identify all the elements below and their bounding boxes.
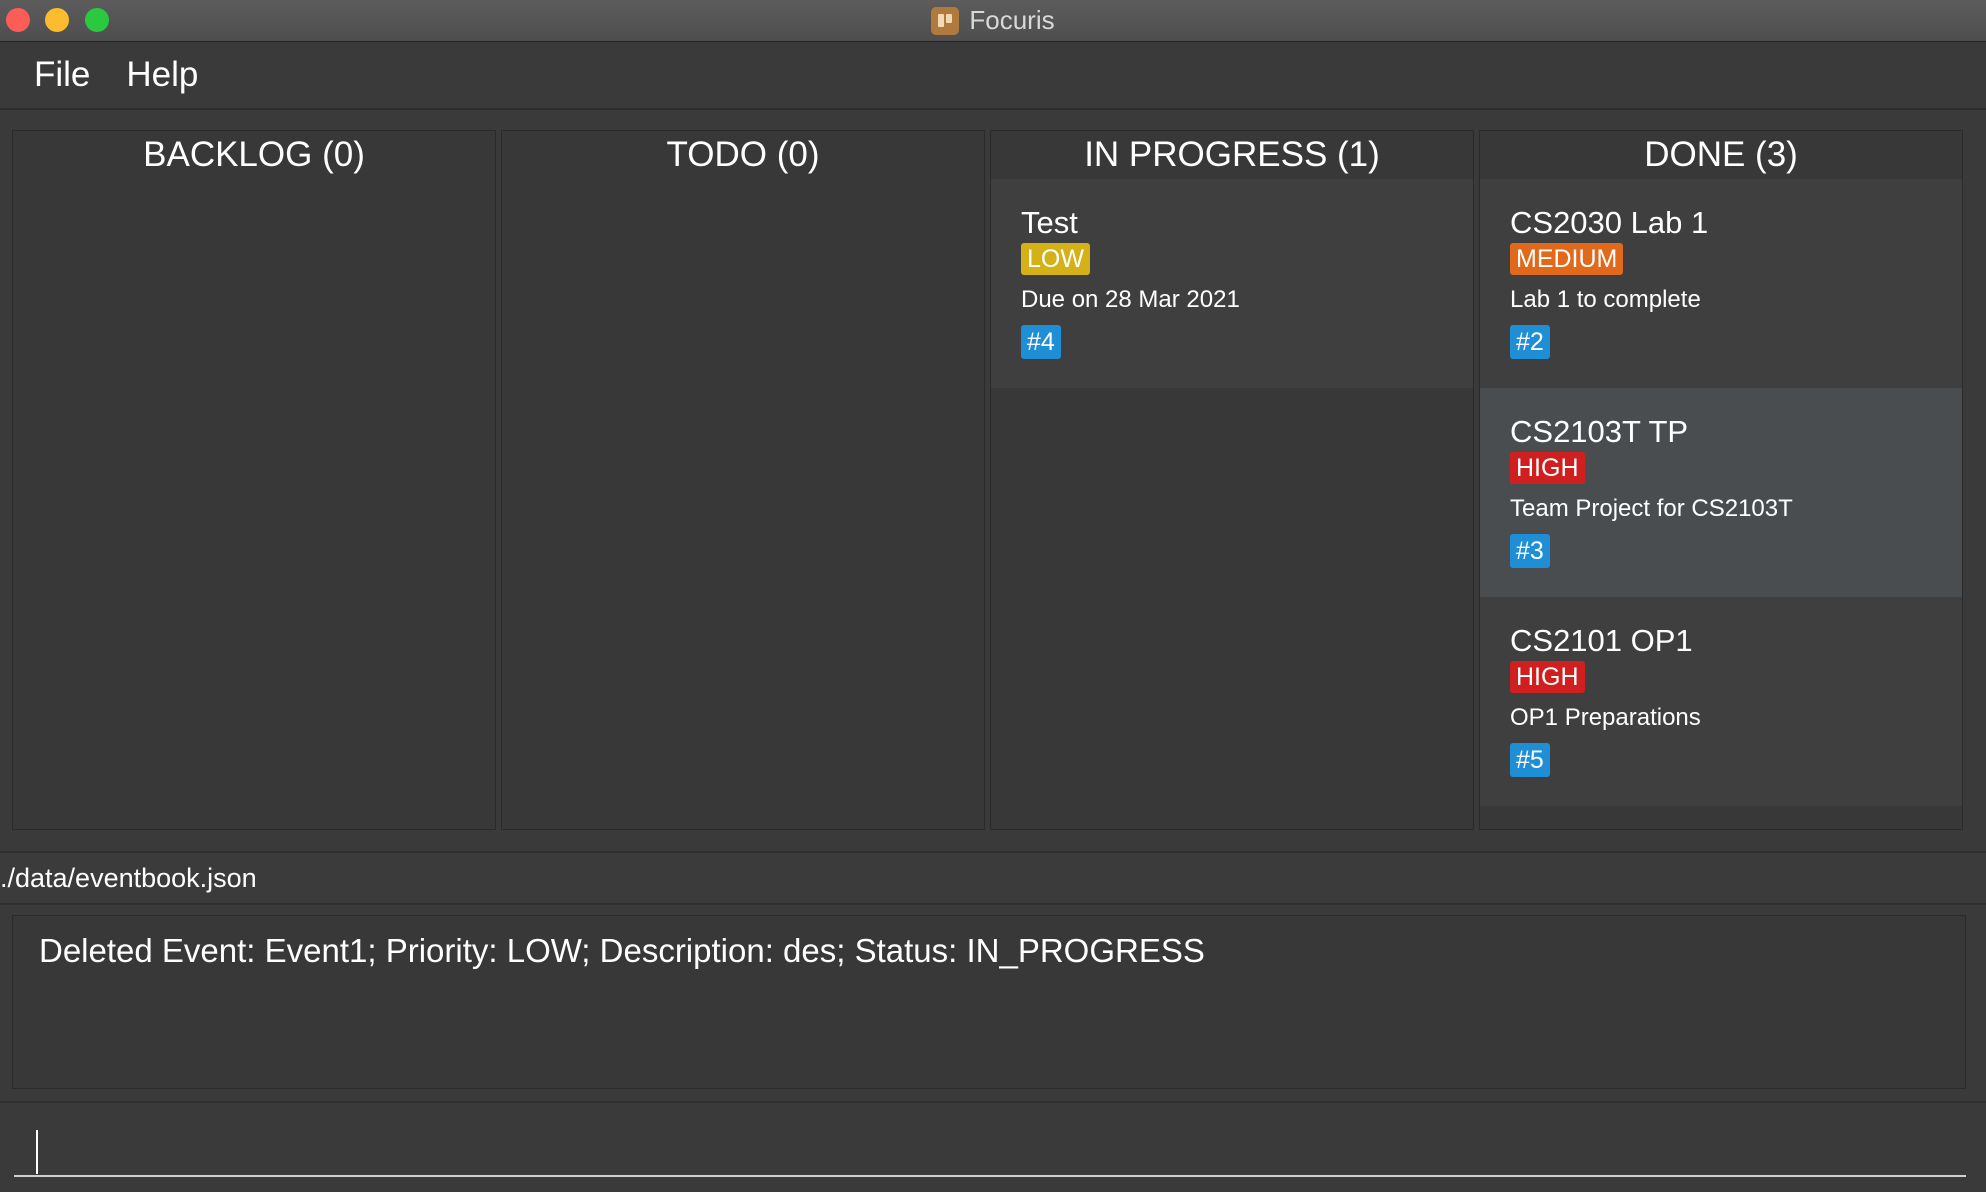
column-backlog: BACKLOG (0): [12, 130, 496, 830]
event-card[interactable]: CS2103T TP HIGH Team Project for CS2103T #3: [1480, 388, 1962, 597]
kanban-board: BACKLOG (0) TODO (0) IN PROGRESS (1) Test LO…: [12, 130, 1966, 830]
event-description: Team Project for CS2103T: [1510, 495, 1793, 522]
save-file-path: ./data/eventbook.json: [0, 863, 257, 893]
column-done: DONE (3) CS2030 Lab 1 MEDIUM Lab 1 to compl…: [1479, 130, 1963, 830]
menu-bar: File Help: [0, 42, 1986, 110]
priority-badge: MEDIUM: [1510, 243, 1624, 275]
window-title-bar: Focuris: [0, 0, 1986, 42]
event-card[interactable]: CS2030 Lab 1 MEDIUM Lab 1 to complete #2: [1480, 179, 1962, 388]
event-card[interactable]: CS2101 OP1 HIGH OP1 Preparations #5: [1480, 597, 1962, 806]
event-id-badge: #5: [1510, 743, 1550, 777]
result-message: Deleted Event: Event1; Priority: LOW; De…: [39, 932, 1205, 969]
priority-badge: HIGH: [1510, 661, 1585, 693]
event-id-badge: #4: [1021, 325, 1061, 359]
event-card[interactable]: Test LOW Due on 28 Mar 2021 #4: [991, 179, 1473, 388]
event-name: CS2103T TP: [1510, 414, 1689, 449]
event-name: CS2101 OP1: [1510, 623, 1693, 658]
column-in-progress: IN PROGRESS (1) Test LOW Due on 28 Mar 2021…: [990, 130, 1474, 830]
column-header: BACKLOG (0): [143, 135, 365, 174]
title-container: Focuris: [0, 0, 1986, 41]
result-display: Deleted Event: Event1; Priority: LOW; De…: [12, 915, 1966, 1089]
column-todo: TODO (0): [501, 130, 985, 830]
column-header: TODO (0): [666, 135, 820, 174]
column-header: IN PROGRESS (1): [1084, 135, 1380, 174]
window-title: Focuris: [969, 5, 1055, 35]
priority-badge: LOW: [1021, 243, 1090, 275]
command-input[interactable]: [14, 1113, 1966, 1177]
command-box: [0, 1101, 1986, 1192]
event-description: Due on 28 Mar 2021: [1021, 286, 1240, 313]
menu-help[interactable]: Help: [118, 55, 206, 95]
priority-badge: HIGH: [1510, 452, 1585, 484]
event-description: OP1 Preparations: [1510, 704, 1701, 731]
column-header: DONE (3): [1644, 135, 1798, 174]
event-id-badge: #2: [1510, 325, 1550, 359]
event-description: Lab 1 to complete: [1510, 286, 1701, 313]
status-bar: ./data/eventbook.json: [0, 851, 1986, 905]
event-id-badge: #3: [1510, 534, 1550, 568]
app-logo-icon: [931, 6, 960, 35]
event-name: Test: [1021, 205, 1078, 240]
event-name: CS2030 Lab 1: [1510, 205, 1709, 240]
text-cursor: [36, 1130, 38, 1174]
menu-file[interactable]: File: [26, 55, 98, 95]
